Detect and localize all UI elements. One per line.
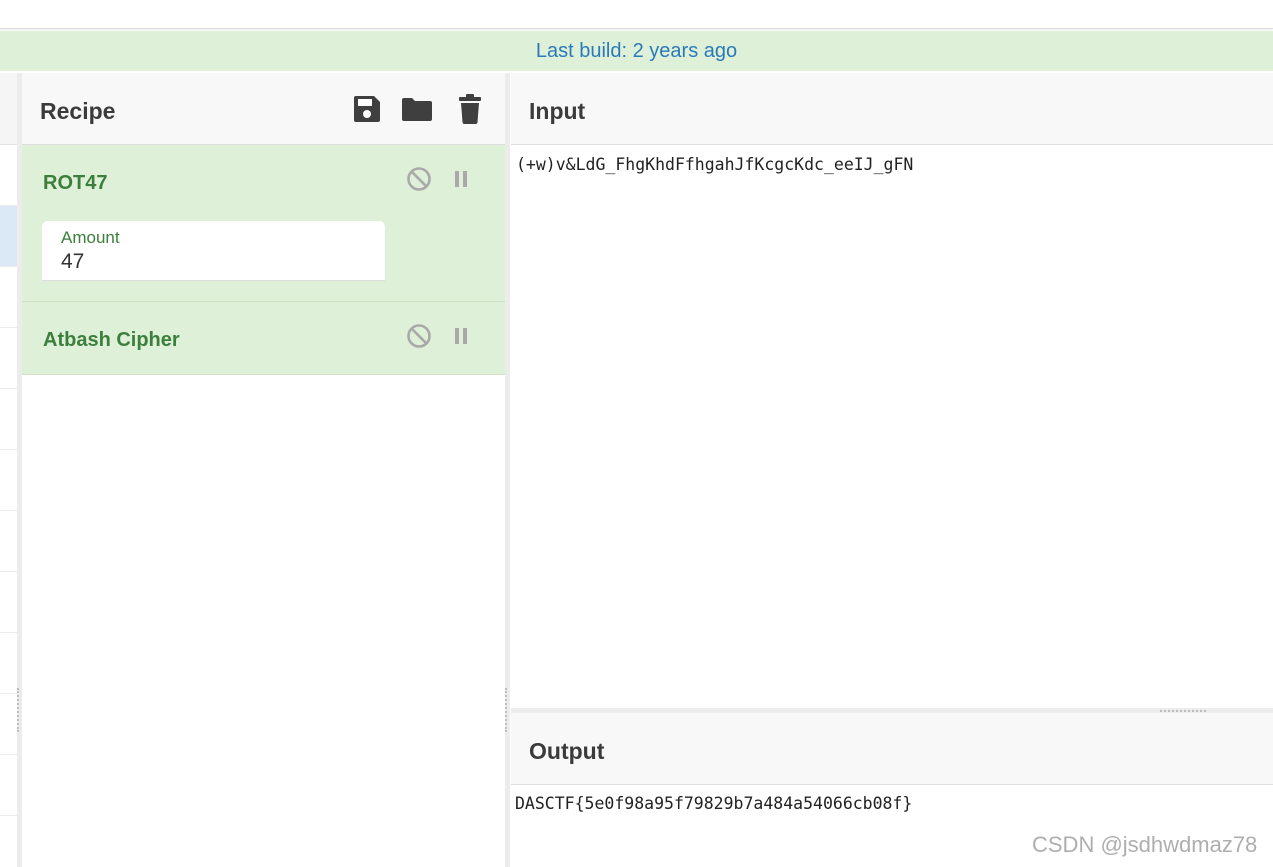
- input-header: Input: [511, 73, 1273, 145]
- top-toolbar: [0, 0, 1273, 29]
- operation-title: Atbash Cipher: [43, 329, 180, 351]
- input-panel: Input (+w)v&LdG_FhgKhdFfhgahJfKcgcKdc_ee…: [511, 73, 1273, 708]
- operation-list-item[interactable]: [0, 328, 17, 389]
- operation-list-item[interactable]: [0, 572, 17, 633]
- operation-list-item[interactable]: [0, 511, 17, 572]
- build-banner-text: Last build: 2 years ago: [535, 40, 738, 62]
- operation-title: ROT47: [43, 172, 108, 194]
- gutter-grip: [17, 688, 21, 732]
- build-banner: Last build: 2 years ago: [0, 31, 1273, 71]
- operation-list-item[interactable]: [0, 389, 17, 450]
- folder-icon[interactable]: [401, 93, 433, 125]
- operation-list-item[interactable]: [0, 633, 17, 694]
- recipe-operation-atbash-cipher[interactable]: Atbash Cipher: [22, 302, 505, 375]
- pause-icon[interactable]: [447, 165, 475, 193]
- operation-list-item[interactable]: [0, 145, 17, 206]
- amount-label: Amount: [61, 228, 120, 247]
- recipe-title: Recipe: [40, 98, 116, 124]
- middle-resize-gutter[interactable]: [505, 73, 510, 867]
- input-title: Input: [529, 98, 586, 124]
- watermark: CSDN @jsdhwdmaz78: [1032, 832, 1258, 857]
- operation-list-item[interactable]: [0, 694, 17, 755]
- operation-list-item[interactable]: [0, 267, 17, 328]
- amount-value[interactable]: 47: [61, 250, 361, 274]
- disable-icon[interactable]: [405, 165, 433, 193]
- input-textarea[interactable]: (+w)v&LdG_FhgKhdFfhgahJfKcgcKdc_eeIJ_gFN: [516, 155, 913, 174]
- recipe-header: Recipe: [22, 73, 505, 145]
- gutter-grip: [505, 688, 509, 732]
- trash-icon[interactable]: [454, 93, 486, 125]
- output-title: Output: [529, 738, 605, 764]
- disable-icon[interactable]: [405, 322, 433, 350]
- amount-field[interactable]: Amount 47: [42, 221, 385, 281]
- recipe-panel: Recipe ROT47 Amount 47 Atbash Cipher: [22, 73, 505, 867]
- operation-list-item[interactable]: [0, 755, 17, 816]
- pause-icon[interactable]: [447, 322, 475, 350]
- operation-list-item[interactable]: [0, 206, 17, 267]
- operations-panel-header: [0, 73, 17, 145]
- recipe-operation-rot47[interactable]: ROT47 Amount 47: [22, 145, 505, 302]
- operations-panel: [0, 73, 18, 867]
- output-text[interactable]: DASCTF{5e0f98a95f79829b7a484a54066cb08f}: [515, 794, 912, 813]
- output-header: Output: [511, 713, 1273, 785]
- operation-list-item[interactable]: [0, 450, 17, 511]
- save-icon[interactable]: [351, 93, 383, 125]
